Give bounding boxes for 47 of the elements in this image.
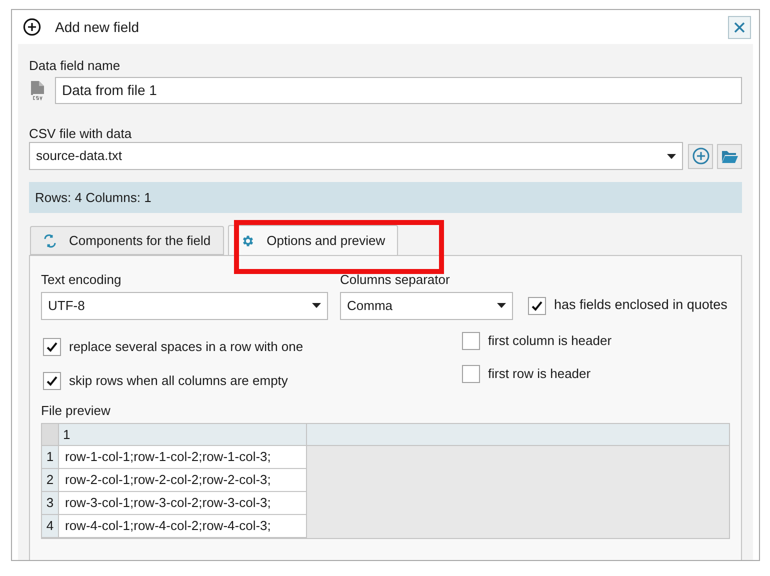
checkbox-label: has fields enclosed in quotes	[554, 296, 728, 314]
field-label: CSV file with data	[29, 125, 133, 143]
checkbox[interactable]	[528, 296, 546, 314]
row-header: 2	[42, 469, 59, 492]
column-header: 1	[59, 424, 307, 445]
tab[interactable]: Components for the field	[30, 226, 224, 255]
table-cell: row-1-col-1;row-1-col-2;row-1-col-3;	[59, 446, 307, 469]
checkmark-icon	[531, 300, 543, 312]
dropdown[interactable]: Comma	[340, 292, 513, 320]
checkbox[interactable]	[462, 332, 480, 350]
field-label: Text encoding	[41, 271, 122, 289]
plus-circle-icon	[23, 18, 41, 36]
checkbox-label: skip rows when all columns are empty	[69, 372, 288, 390]
plus-circle-icon	[692, 147, 710, 165]
tab[interactable]: Options and preview	[228, 225, 398, 256]
table-cell: row-4-col-1;row-4-col-2;row-4-col-3;	[59, 515, 307, 538]
close-button[interactable]	[728, 16, 751, 38]
row-header: 1	[42, 446, 59, 469]
checkbox[interactable]	[462, 364, 480, 382]
dropdown[interactable]: UTF-8	[41, 292, 328, 320]
table-cell: row-3-col-1;row-3-col-2;row-3-col-3;	[59, 492, 307, 515]
gear-icon	[240, 234, 255, 248]
file-dropdown[interactable]: source-data.txt	[29, 142, 683, 170]
row-header: 3	[42, 492, 59, 515]
checkbox[interactable]	[43, 338, 61, 356]
window-title: Add new field	[55, 18, 140, 36]
checkmark-icon	[46, 340, 58, 352]
name-input-field[interactable]: Data from file 1	[55, 77, 742, 104]
folder-icon	[720, 148, 738, 164]
summary-bar: Rows: 4 Columns: 1	[29, 182, 742, 213]
dropdown-arrow-icon	[667, 154, 676, 158]
checkmark-icon	[46, 374, 58, 386]
row-header: 4	[42, 515, 59, 538]
swap-arrows-icon	[43, 234, 57, 248]
dropdown-arrow-icon	[497, 303, 506, 308]
open-folder-button[interactable]	[717, 144, 742, 168]
field-label: Columns separator	[340, 271, 451, 289]
checkbox[interactable]	[43, 372, 61, 390]
add-button[interactable]	[688, 144, 713, 168]
checkbox-label: first column is header	[488, 332, 612, 350]
checkbox-label: first row is header	[488, 364, 591, 383]
field-label: Data field name	[29, 57, 122, 75]
table-cell: row-2-col-1;row-2-col-2;row-2-col-3;	[59, 469, 307, 492]
checkbox-label: replace several spaces in a row with one	[69, 338, 304, 356]
dropdown-arrow-icon	[312, 303, 321, 308]
field-label: File preview	[41, 402, 112, 420]
close-icon	[734, 22, 745, 32]
